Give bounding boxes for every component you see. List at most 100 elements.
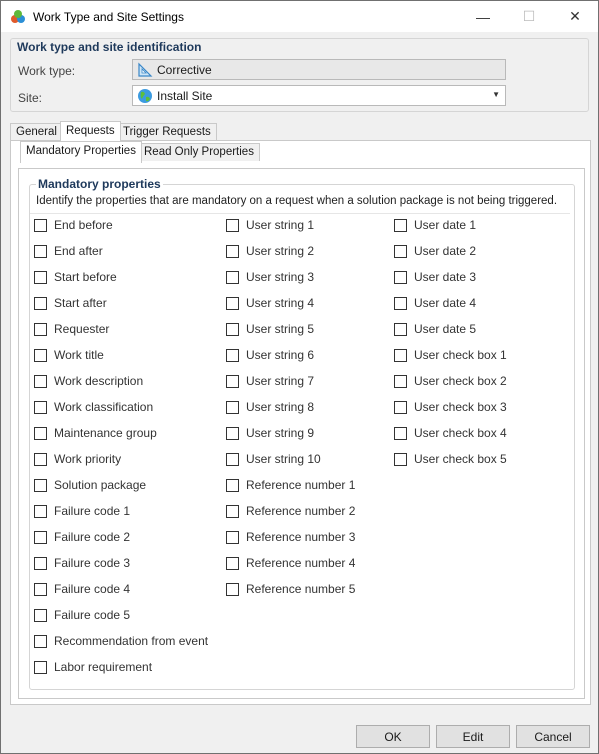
checkbox[interactable] xyxy=(34,426,47,440)
property-checkbox-row[interactable]: Requester xyxy=(34,321,109,337)
checkbox[interactable] xyxy=(34,660,47,674)
tab-general[interactable]: General xyxy=(10,123,63,141)
property-checkbox-row[interactable]: Failure code 2 xyxy=(34,529,130,545)
close-button[interactable]: ✕ xyxy=(552,1,598,32)
checkbox[interactable] xyxy=(226,400,239,414)
checkbox[interactable] xyxy=(226,582,239,596)
checkbox[interactable] xyxy=(394,374,407,388)
checkbox[interactable] xyxy=(226,426,239,440)
checkbox[interactable] xyxy=(34,348,47,362)
property-checkbox-row[interactable]: Failure code 3 xyxy=(34,555,130,571)
checkbox[interactable] xyxy=(394,400,407,414)
property-checkbox-row[interactable]: User string 8 xyxy=(226,399,314,415)
property-checkbox-row[interactable]: Maintenance group xyxy=(34,425,157,441)
checkbox[interactable] xyxy=(394,244,407,258)
checkbox[interactable] xyxy=(34,530,47,544)
cancel-button[interactable]: Cancel xyxy=(516,725,590,748)
property-checkbox-row[interactable]: Reference number 5 xyxy=(226,581,355,597)
property-checkbox-row[interactable]: Recommendation from event xyxy=(34,633,208,649)
checkbox[interactable] xyxy=(34,478,47,492)
checkbox[interactable] xyxy=(34,374,47,388)
property-checkbox-row[interactable]: Failure code 4 xyxy=(34,581,130,597)
property-checkbox-row[interactable]: User date 1 xyxy=(394,217,476,233)
ok-button[interactable]: OK xyxy=(356,725,430,748)
checkbox[interactable] xyxy=(226,556,239,570)
checkbox[interactable] xyxy=(34,608,47,622)
property-checkbox-row[interactable]: End before xyxy=(34,217,113,233)
property-checkbox-row[interactable]: User date 5 xyxy=(394,321,476,337)
property-checkbox-row[interactable]: User check box 1 xyxy=(394,347,507,363)
property-checkbox-row[interactable]: Work title xyxy=(34,347,104,363)
checkbox[interactable] xyxy=(34,452,47,466)
property-checkbox-row[interactable]: User string 4 xyxy=(226,295,314,311)
checkbox[interactable] xyxy=(226,244,239,258)
property-checkbox-row[interactable]: User string 6 xyxy=(226,347,314,363)
property-checkbox-row[interactable]: Failure code 5 xyxy=(34,607,130,623)
checkbox[interactable] xyxy=(226,374,239,388)
property-checkbox-row[interactable]: User date 4 xyxy=(394,295,476,311)
property-checkbox-row[interactable]: User string 9 xyxy=(226,425,314,441)
property-checkbox-row[interactable]: User date 2 xyxy=(394,243,476,259)
checkbox[interactable] xyxy=(34,296,47,310)
checkbox[interactable] xyxy=(226,348,239,362)
checkbox[interactable] xyxy=(226,270,239,284)
checkbox[interactable] xyxy=(34,218,47,232)
property-checkbox-row[interactable]: User string 5 xyxy=(226,321,314,337)
property-checkbox-row[interactable]: Reference number 3 xyxy=(226,529,355,545)
property-checkbox-row[interactable]: Reference number 2 xyxy=(226,503,355,519)
checkbox[interactable] xyxy=(394,426,407,440)
checkbox[interactable] xyxy=(226,504,239,518)
property-checkbox-row[interactable]: User check box 3 xyxy=(394,399,507,415)
minimize-button[interactable]: — xyxy=(460,1,506,32)
tab-read-only-properties[interactable]: Read Only Properties xyxy=(138,143,260,161)
checkbox[interactable] xyxy=(34,244,47,258)
tab-trigger-requests[interactable]: Trigger Requests xyxy=(117,123,217,141)
checkbox[interactable] xyxy=(394,452,407,466)
property-checkbox-row[interactable]: Work priority xyxy=(34,451,121,467)
property-checkbox-row[interactable]: User check box 4 xyxy=(394,425,507,441)
property-checkbox-row[interactable]: User string 3 xyxy=(226,269,314,285)
property-checkbox-row[interactable]: Start before xyxy=(34,269,117,285)
property-checkbox-row[interactable]: User check box 5 xyxy=(394,451,507,467)
checkbox[interactable] xyxy=(34,270,47,284)
checkbox[interactable] xyxy=(394,322,407,336)
checkbox[interactable] xyxy=(394,348,407,362)
checkbox[interactable] xyxy=(34,400,47,414)
property-checkbox-row[interactable]: User check box 2 xyxy=(394,373,507,389)
property-checkbox-row[interactable]: User string 2 xyxy=(226,243,314,259)
property-checkbox-row[interactable]: User string 1 xyxy=(226,217,314,233)
checkbox[interactable] xyxy=(226,296,239,310)
site-dropdown[interactable]: Install Site ▼ xyxy=(132,85,506,106)
mandatory-properties-description: Identify the properties that are mandato… xyxy=(36,195,558,207)
property-checkbox-row[interactable]: Work description xyxy=(34,373,143,389)
checkbox[interactable] xyxy=(34,582,47,596)
checkbox[interactable] xyxy=(34,634,47,648)
tab-requests[interactable]: Requests xyxy=(60,121,121,142)
checkbox[interactable] xyxy=(34,322,47,336)
checkbox[interactable] xyxy=(226,478,239,492)
property-checkbox-row[interactable]: Work classification xyxy=(34,399,153,415)
property-checkbox-row[interactable]: Reference number 4 xyxy=(226,555,355,571)
checkbox[interactable] xyxy=(34,556,47,570)
property-checkbox-row[interactable]: Start after xyxy=(34,295,107,311)
checkbox[interactable] xyxy=(394,218,407,232)
property-checkbox-row[interactable]: Solution package xyxy=(34,477,146,493)
maximize-button[interactable]: ☐ xyxy=(506,1,552,32)
edit-button[interactable]: Edit xyxy=(436,725,510,748)
title-bar: Work Type and Site Settings — ☐ ✕ xyxy=(1,1,598,32)
property-checkbox-row[interactable]: User string 10 xyxy=(226,451,321,467)
checkbox[interactable] xyxy=(394,296,407,310)
property-checkbox-row[interactable]: Labor requirement xyxy=(34,659,152,675)
checkbox[interactable] xyxy=(226,452,239,466)
tab-mandatory-properties[interactable]: Mandatory Properties xyxy=(20,141,142,163)
checkbox[interactable] xyxy=(226,322,239,336)
property-checkbox-row[interactable]: Reference number 1 xyxy=(226,477,355,493)
checkbox[interactable] xyxy=(394,270,407,284)
checkbox[interactable] xyxy=(226,530,239,544)
property-checkbox-row[interactable]: End after xyxy=(34,243,103,259)
property-checkbox-row[interactable]: Failure code 1 xyxy=(34,503,130,519)
checkbox[interactable] xyxy=(34,504,47,518)
checkbox[interactable] xyxy=(226,218,239,232)
property-checkbox-row[interactable]: User date 3 xyxy=(394,269,476,285)
property-checkbox-row[interactable]: User string 7 xyxy=(226,373,314,389)
